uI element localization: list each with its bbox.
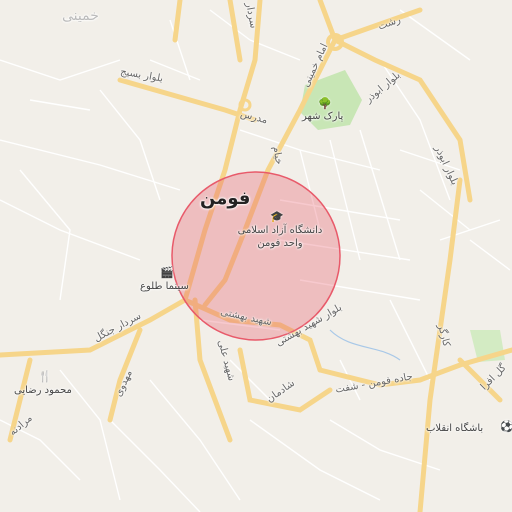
park-icon: 🌳 (318, 97, 332, 110)
university-icon: 🎓 (270, 210, 284, 223)
restaurant-icon: 🍴 (38, 370, 52, 383)
cinema-icon: 🎬 (160, 266, 174, 279)
map-canvas[interactable]: فومن 🎓 دانشگاه آزاد اسلامی واحد فومن 🌳 پ… (0, 0, 512, 512)
map-base (0, 0, 512, 512)
highlight-circle (171, 171, 341, 341)
sports-icon: ⚽ (500, 420, 512, 433)
